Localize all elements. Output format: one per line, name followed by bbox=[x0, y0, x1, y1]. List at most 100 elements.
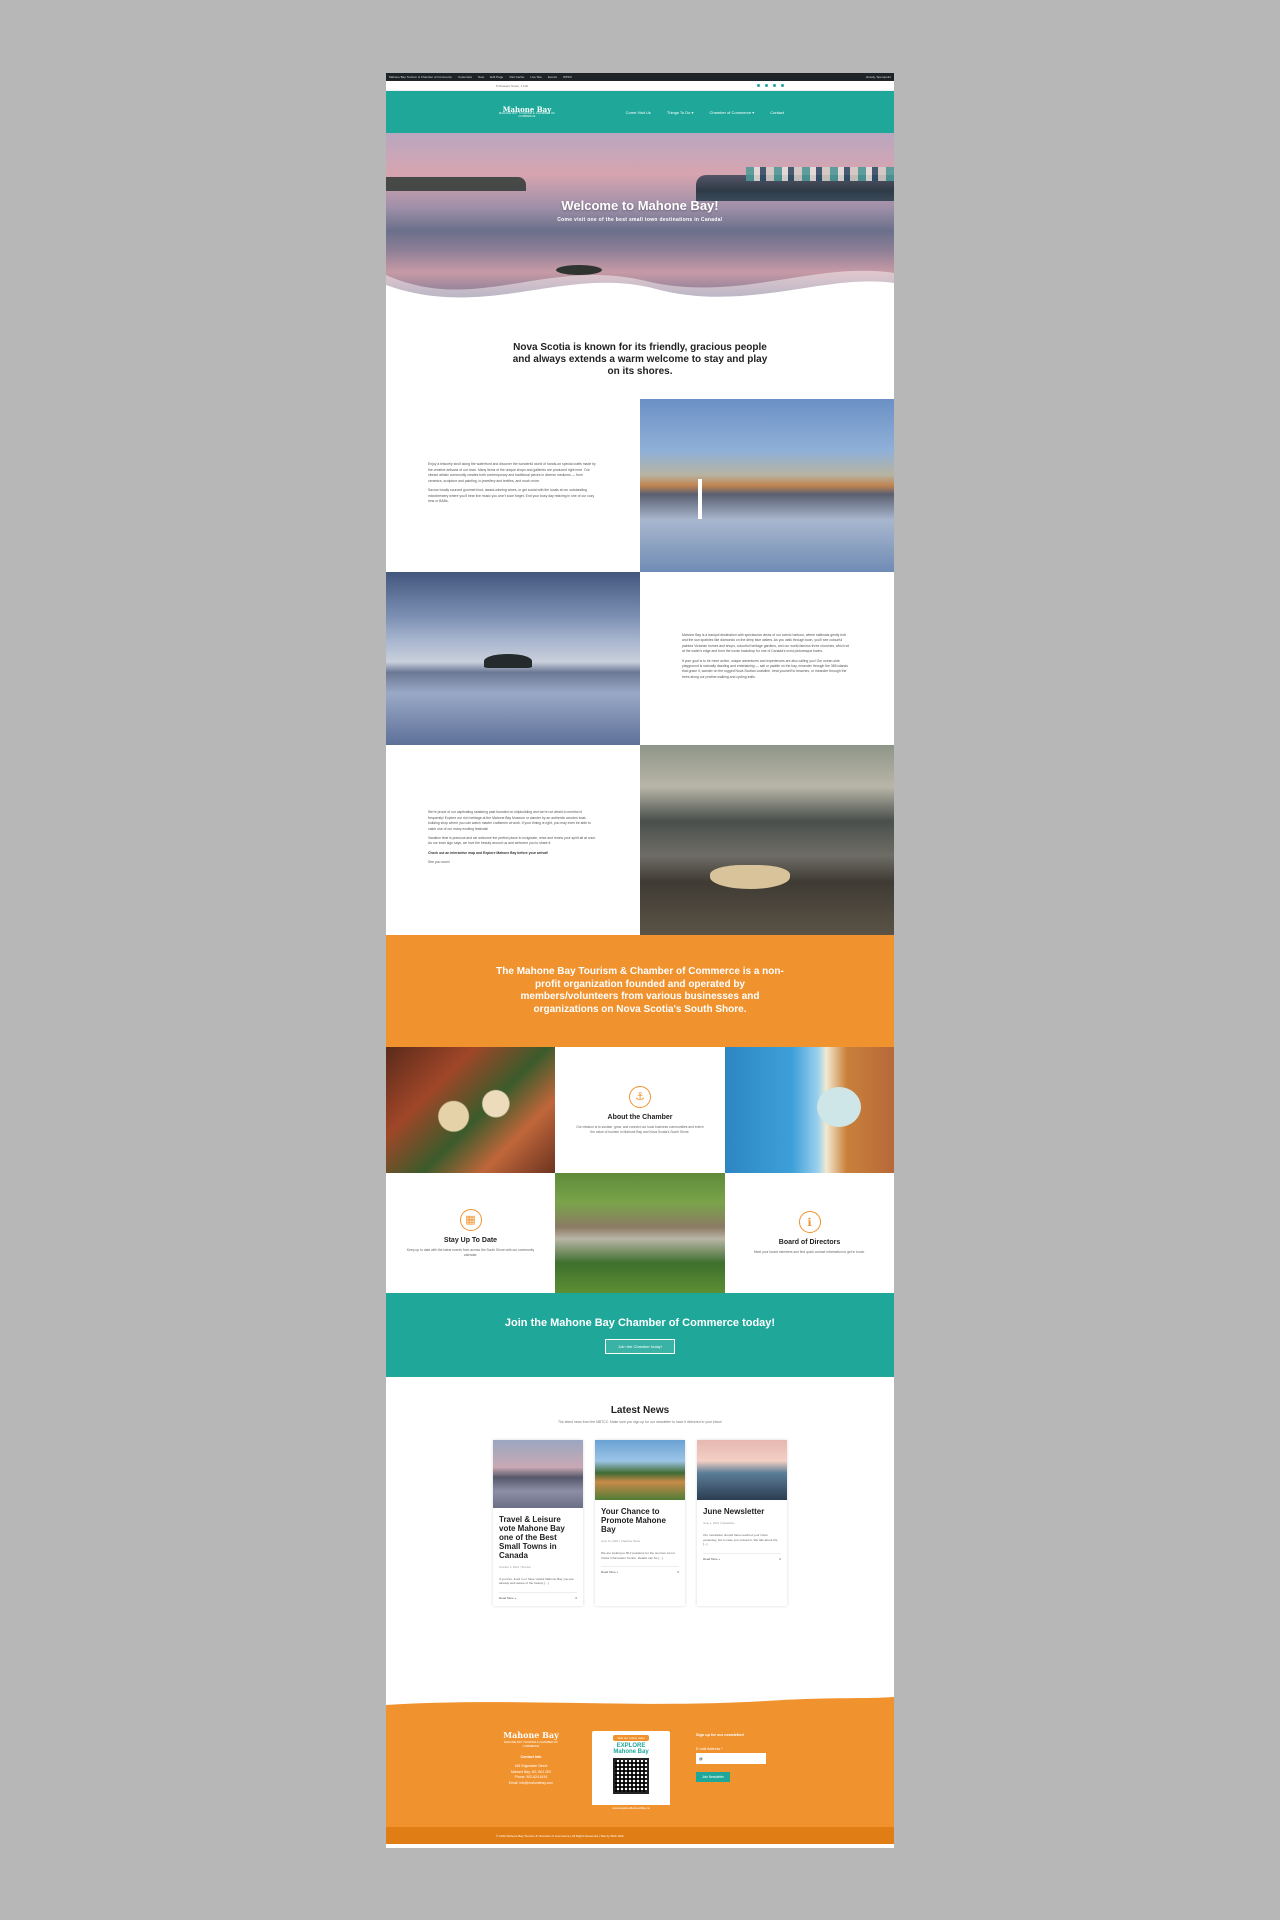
hero-shoreline-trees bbox=[386, 177, 526, 191]
three-churches-photo bbox=[640, 399, 894, 572]
comment-count: 0 bbox=[575, 1596, 577, 1601]
news-cards: Travel & Leisure vote Mahone Bay one of … bbox=[386, 1440, 894, 1607]
admin-item[interactable]: Events bbox=[548, 75, 557, 79]
section-lead: The latest news from the MBTCC. Make sur… bbox=[558, 1420, 722, 1424]
paragraph: Savour locally sourced gourmet food, awa… bbox=[428, 488, 595, 504]
feature-row-2-text: Mahone Bay is a tranquil destination wit… bbox=[640, 572, 894, 745]
info-icon: ℹ bbox=[798, 1211, 821, 1234]
top-info-bar: 8 Pleasant Street, 1 Fall bbox=[386, 81, 894, 91]
nav-item-come-visit-us[interactable]: Come Visit Us bbox=[626, 110, 651, 115]
join-newsletter-button[interactable]: Join Newsletter bbox=[696, 1772, 730, 1782]
about-chamber-card[interactable]: ⚓ About the Chamber Our mission is to su… bbox=[555, 1047, 725, 1173]
paragraph: Vacation time is precious and we welcome… bbox=[428, 836, 597, 846]
join-title: Join the Mahone Bay Chamber of Commerce … bbox=[504, 1316, 776, 1329]
email-link[interactable]: Email: info@mahonebay.com bbox=[496, 1781, 566, 1786]
paragraph: Mahone Bay is a tranquil destination wit… bbox=[682, 632, 849, 654]
paragraph: Enjoy a leisurely stroll along the water… bbox=[428, 462, 596, 483]
card-title: Stay Up To Date bbox=[443, 1236, 498, 1244]
news-meta: October 3, 2021 | Tourism bbox=[499, 1564, 532, 1569]
stay-up-to-date-card[interactable]: ▦ Stay Up To Date Keep up to date with t… bbox=[386, 1173, 555, 1293]
latest-news-section: Latest News The latest news from the MBT… bbox=[386, 1377, 894, 1695]
newsletter-email-input[interactable] bbox=[696, 1753, 766, 1764]
boat-launch-photo bbox=[640, 745, 894, 935]
mission-banner: The Mahone Bay Tourism & Chamber of Comm… bbox=[386, 935, 894, 1047]
instagram-icon[interactable] bbox=[765, 84, 768, 87]
mission-text: The Mahone Bay Tourism & Chamber of Comm… bbox=[496, 966, 784, 1015]
join-banner: Join the Mahone Bay Chamber of Commerce … bbox=[386, 1293, 894, 1377]
admin-item[interactable]: WPFO bbox=[563, 75, 572, 79]
news-meta: June 1, 2021 | Newsletter bbox=[703, 1520, 735, 1525]
hero-subtitle: Come visit one of the best small town de… bbox=[557, 217, 723, 223]
qr-title: Mahone Bay bbox=[613, 1749, 649, 1755]
admin-customize-link[interactable]: Customize bbox=[458, 75, 472, 79]
copyright-text: © 2022 Mahone Bay Tourism & Chamber of C… bbox=[496, 1833, 624, 1838]
news-thumbnail[interactable] bbox=[697, 1440, 787, 1500]
news-card[interactable]: June Newsletter June 1, 2021 | Newslette… bbox=[697, 1440, 787, 1607]
read-more-link[interactable]: Read More » bbox=[703, 1557, 720, 1561]
admin-site-link[interactable]: Mahone Bay Tourism & Chamber of Commerce bbox=[389, 75, 452, 79]
qr-code-icon bbox=[613, 1758, 649, 1794]
news-title[interactable]: June Newsletter bbox=[703, 1507, 781, 1517]
garden-event-photo bbox=[555, 1173, 725, 1293]
calendar-icon: ▦ bbox=[459, 1208, 482, 1231]
footer-contact: Mahone Bay MAHONE BAY TOURISM & CHAMBER … bbox=[496, 1731, 566, 1827]
news-meta: June 11, 2021 | Chamber News bbox=[601, 1538, 641, 1543]
board-of-directors-card[interactable]: ℹ Board of Directors Meet your board mem… bbox=[725, 1173, 894, 1293]
ice-cream-photo bbox=[725, 1047, 894, 1173]
email-label: E-mail Address * bbox=[696, 1747, 723, 1751]
paragraph: If your goal is to be more active, uniqu… bbox=[682, 658, 848, 679]
feature-row-3: We're proud of our captivating seafaring… bbox=[386, 745, 894, 935]
hero-houses bbox=[746, 167, 894, 181]
admin-item[interactable]: Visit Cache bbox=[509, 75, 524, 79]
food-photo bbox=[386, 1047, 555, 1173]
qr-url: www.ExploreMahoneBay.ca bbox=[592, 1805, 670, 1811]
news-card[interactable]: Travel & Leisure vote Mahone Bay one of … bbox=[493, 1440, 583, 1607]
contact-title: Contact Info bbox=[520, 1754, 542, 1759]
news-thumbnail[interactable] bbox=[595, 1440, 685, 1500]
admin-edit-page-link[interactable]: Edit Page bbox=[490, 75, 503, 79]
logo-tagline: MAHONE BAY TOURISM & CHAMBER OF COMMERCE bbox=[498, 111, 556, 118]
join-chamber-button[interactable]: Join the Chamber today! bbox=[605, 1338, 675, 1354]
card-title: Board of Directors bbox=[778, 1239, 841, 1247]
admin-account-greeting[interactable]: Howdy, Speropoint bbox=[866, 75, 891, 79]
email-icon[interactable] bbox=[773, 84, 776, 87]
card-text: Our mission is to sustain, grow, and con… bbox=[576, 1124, 704, 1134]
nav-item-chamber-of-commerce[interactable]: Chamber of Commerce ▾ bbox=[710, 110, 755, 115]
hero-title: Welcome to Mahone Bay! bbox=[561, 198, 719, 213]
hero-banner: Welcome to Mahone Bay! Come visit one of… bbox=[386, 133, 894, 321]
nav-menu: Come Visit Us Things To Do ▾ Chamber of … bbox=[626, 110, 784, 115]
chamber-features-grid: ⚓ About the Chamber Our mission is to su… bbox=[386, 1047, 894, 1293]
phone-icon[interactable] bbox=[781, 84, 784, 87]
address-text: 8 Pleasant Street, 1 Fall bbox=[496, 83, 529, 88]
news-card[interactable]: Your Chance to Promote Mahone Bay June 1… bbox=[595, 1440, 685, 1607]
news-excerpt: We are looking to fill 2 positions for t… bbox=[601, 1550, 675, 1560]
newsletter-signup: Sign up for our newsletter! E-mail Addre… bbox=[696, 1731, 766, 1827]
nav-item-contact[interactable]: Contact bbox=[770, 110, 784, 115]
read-more-link[interactable]: Read More » bbox=[601, 1570, 618, 1574]
hero-wave-divider bbox=[386, 270, 894, 321]
feature-row-1-text: Enjoy a leisurely stroll along the water… bbox=[386, 399, 640, 572]
nav-item-things-to-do[interactable]: Things To Do ▾ bbox=[667, 110, 694, 115]
site-logo[interactable]: Mahone Bay MAHONE BAY TOURISM & CHAMBER … bbox=[496, 105, 558, 119]
news-thumbnail[interactable] bbox=[493, 1440, 583, 1508]
admin-item[interactable]: Live Site bbox=[530, 75, 542, 79]
news-title[interactable]: Travel & Leisure vote Mahone Bay one of … bbox=[499, 1515, 577, 1561]
feature-row-3-text: We're proud of our captivating seafaring… bbox=[386, 745, 640, 935]
read-more-link[interactable]: Read More » bbox=[499, 1596, 516, 1600]
news-excerpt: Our newsletter should have reached your … bbox=[703, 1532, 778, 1547]
news-title[interactable]: Your Chance to Promote Mahone Bay bbox=[601, 1507, 679, 1535]
copyright-bar: © 2022 Mahone Bay Tourism & Chamber of C… bbox=[386, 1827, 894, 1844]
signoff-text: See you soon! bbox=[428, 860, 450, 865]
card-text: Keep up to date with the latest events f… bbox=[406, 1247, 535, 1257]
explore-map-qr-card[interactable]: Visit our online map! EXPLORE Mahone Bay… bbox=[592, 1731, 670, 1811]
social-links bbox=[757, 84, 784, 87]
card-title: About the Chamber bbox=[607, 1113, 673, 1121]
admin-new-link[interactable]: New bbox=[478, 75, 484, 79]
feature-row-2: Mahone Bay is a tranquil destination wit… bbox=[386, 572, 894, 745]
card-text: Meet your board members and find quick c… bbox=[753, 1250, 866, 1255]
wp-admin-bar: Mahone Bay Tourism & Chamber of Commerce… bbox=[386, 73, 894, 81]
facebook-icon[interactable] bbox=[757, 84, 760, 87]
explore-map-link[interactable]: Check out an interactive map and Explore… bbox=[428, 851, 598, 856]
anchor-icon: ⚓ bbox=[629, 1085, 651, 1108]
paragraph: We're proud of our captivating seafaring… bbox=[428, 810, 591, 831]
